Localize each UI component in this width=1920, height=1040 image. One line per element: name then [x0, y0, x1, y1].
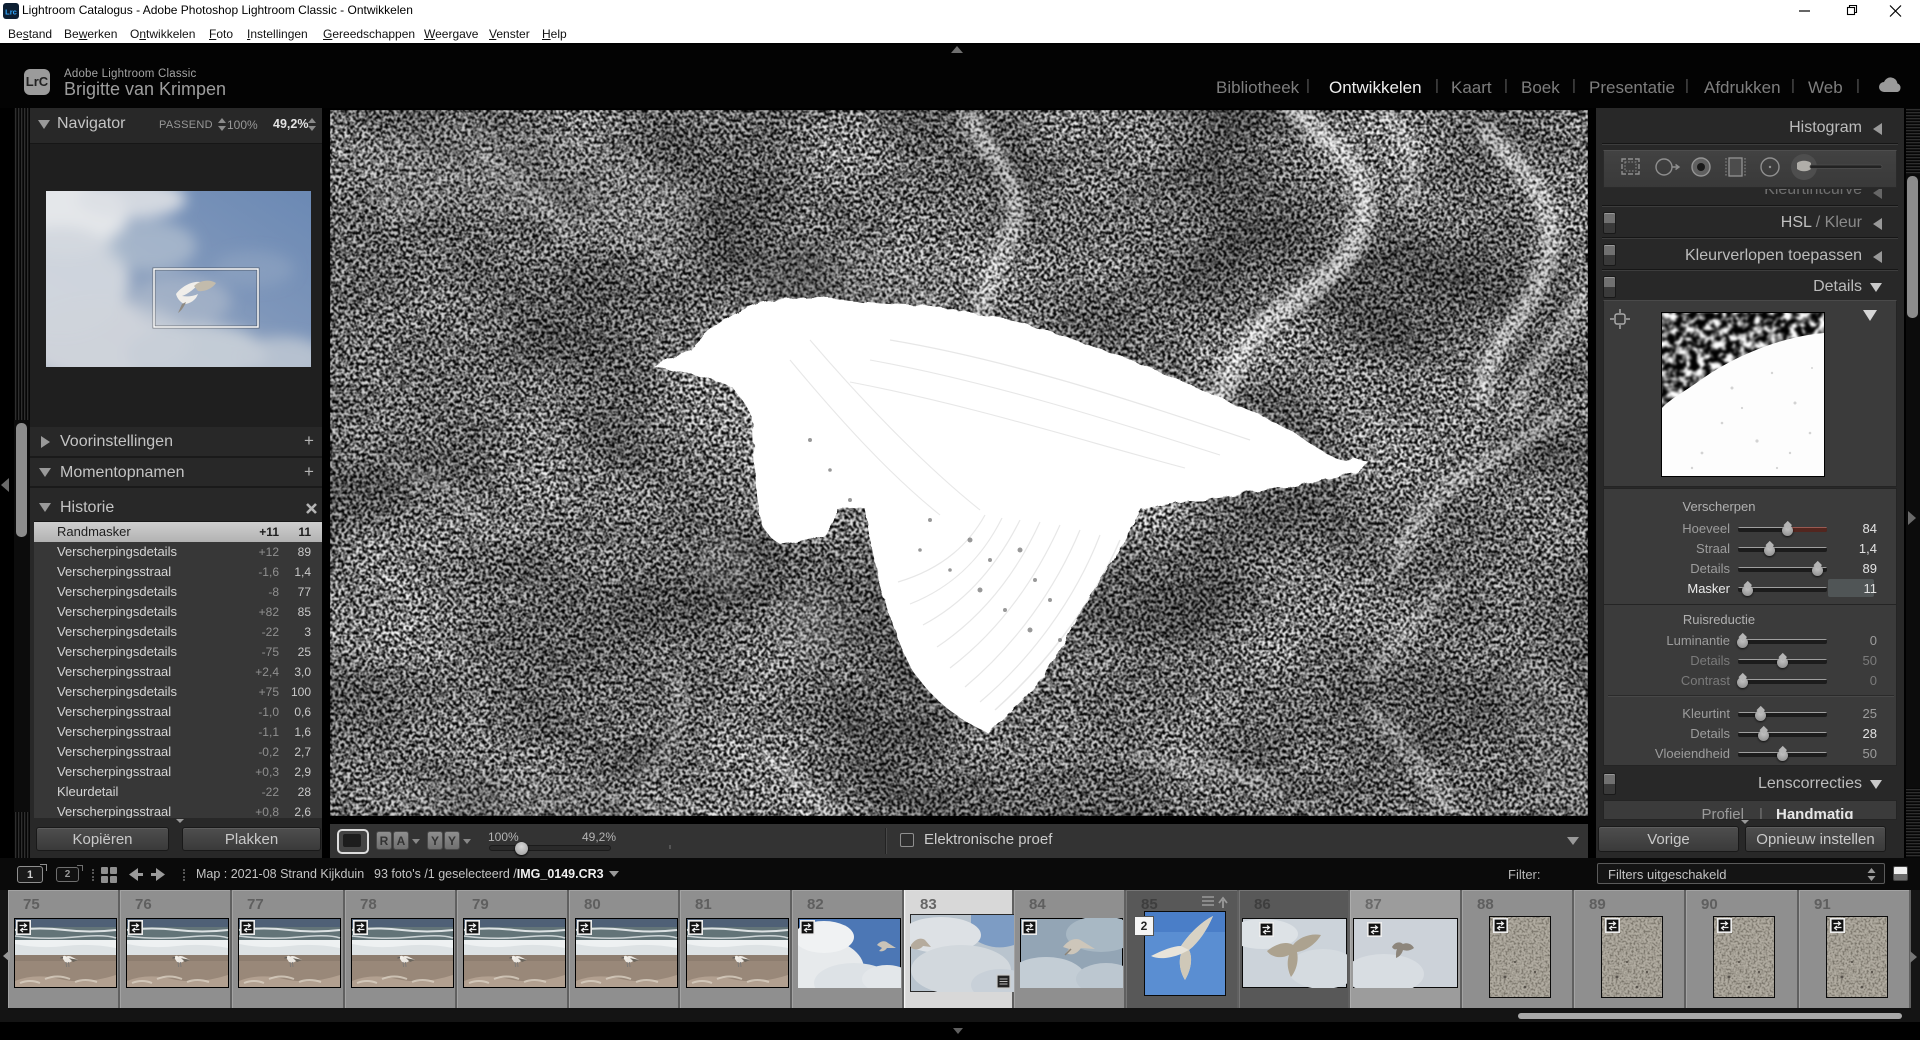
svg-text:Lrc: Lrc [5, 8, 17, 17]
